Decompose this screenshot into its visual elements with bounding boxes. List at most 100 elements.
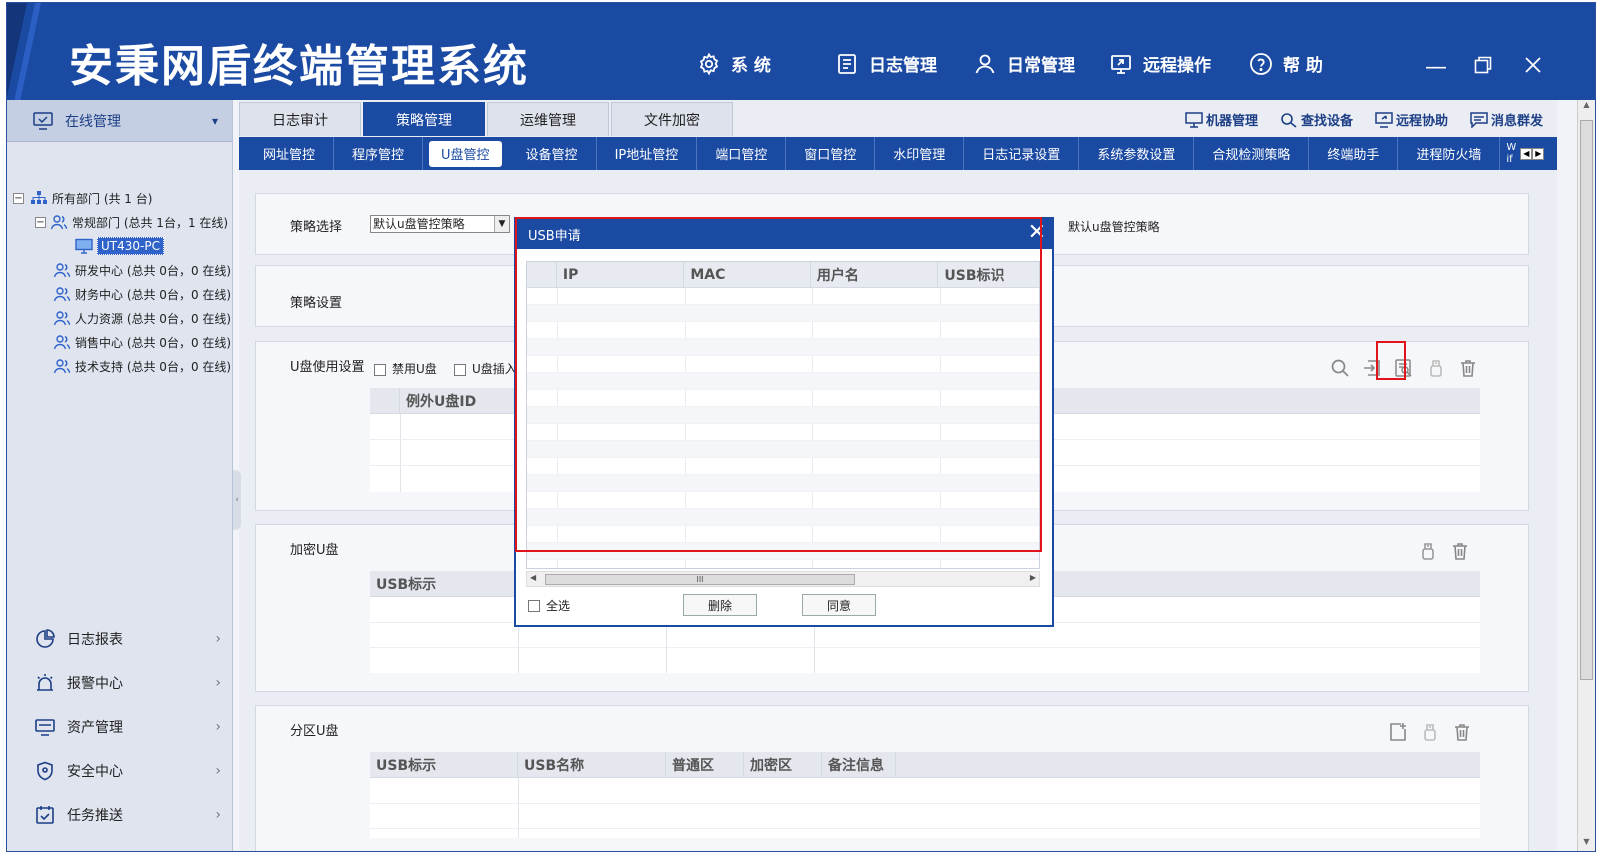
menu-system[interactable]: 系 统 [697, 51, 771, 76]
menu-log-management[interactable]: 日志管理 [835, 51, 937, 76]
tab-policy-management[interactable]: 策略管理 [363, 102, 485, 136]
scrollbar-thumb[interactable]: III [545, 574, 855, 585]
collapse-icon[interactable]: − [13, 192, 24, 204]
menu-remote-operation[interactable]: 远程操作 [1109, 51, 1211, 76]
usb-icon[interactable] [1420, 722, 1440, 742]
sidebar-item-assets[interactable]: 资产管理 › [7, 708, 233, 746]
tree-dept-item[interactable]: 人力资源 (总共 0台，0 在线) [53, 308, 231, 328]
minimize-icon[interactable]: — [1425, 57, 1447, 79]
col-encrypted-area: 加密区 [744, 752, 822, 777]
usb-icon[interactable] [1418, 541, 1438, 561]
tab-watermark[interactable]: 水印管理 [875, 137, 965, 170]
tab-file-encryption[interactable]: 文件加密 [611, 102, 733, 136]
current-policy-label: 默认u盘管控策略 [1068, 220, 1160, 234]
agree-button[interactable]: 同意 [802, 594, 876, 616]
usb-request-icon[interactable] [1394, 358, 1414, 378]
chevron-right-icon: › [215, 763, 221, 779]
tab-terminal-assistant[interactable]: 终端助手 [1309, 137, 1399, 170]
close-icon[interactable] [1523, 55, 1543, 80]
tab-scroll-left[interactable]: ◀ [1520, 147, 1533, 160]
delete-icon[interactable] [1458, 358, 1478, 378]
usb-insert-checkbox[interactable] [454, 363, 466, 376]
tab-process-firewall[interactable]: 进程防火墙 [1398, 137, 1501, 170]
tab-device-control[interactable]: 设备管控 [508, 137, 597, 170]
grid-row [527, 492, 1039, 509]
sidebar-item-log-report[interactable]: 日志报表 › [7, 620, 233, 658]
tree-pc-item[interactable]: UT430-PC [75, 236, 164, 256]
sidebar-header-label: 在线管理 [65, 113, 121, 130]
delete-button[interactable]: 删除 [683, 594, 757, 616]
tab-ops-management[interactable]: 运维管理 [487, 102, 609, 136]
col-usb-name: USB名称 [518, 752, 666, 777]
usb-icon[interactable] [1426, 358, 1446, 378]
vertical-scrollbar[interactable]: ▲ ▼ [1577, 100, 1595, 851]
tab-ip-control[interactable]: IP地址管控 [597, 137, 698, 170]
find-device-button[interactable]: 查找设备 [1280, 110, 1353, 129]
restore-icon[interactable] [1473, 55, 1493, 80]
tab-overflow: W if [1506, 141, 1517, 165]
partition-usb-panel: 分区U盘 USB标示 USB名称 普通区 加密区 备注信息 [255, 705, 1529, 851]
col-mac: MAC [684, 262, 811, 287]
find-device-label: 查找设备 [1300, 114, 1353, 129]
tab-compliance[interactable]: 合规检测策略 [1194, 137, 1310, 170]
tab-window-control[interactable]: 窗口管控 [786, 137, 876, 170]
tree-dept-item[interactable]: 研发中心 (总共 0台，0 在线) [53, 260, 231, 280]
remote-assist-label: 远程协助 [1395, 114, 1448, 129]
tab-port-control[interactable]: 端口管控 [697, 137, 787, 170]
chevron-down-icon[interactable]: ▾ [212, 114, 218, 128]
tree-dept-item[interactable]: 技术支持 (总共 0台，0 在线) [53, 356, 231, 376]
disable-usb-checkbox[interactable] [374, 363, 386, 376]
tree-dept-item[interactable]: 销售中心 (总共 0台，0 在线) [53, 332, 231, 352]
dialog-title: USB申请 [528, 228, 581, 244]
usb-id-header: USB标示 [370, 571, 518, 596]
select-all-checkbox[interactable] [528, 599, 540, 612]
tree-dept-label: 财务中心 (总共 0台，0 在线) [75, 287, 232, 302]
import-icon[interactable] [1362, 358, 1382, 378]
sidebar-item-task-push[interactable]: 任务推送 › [7, 796, 233, 834]
tab-log-settings[interactable]: 日志记录设置 [964, 137, 1080, 170]
users-icon [53, 263, 71, 278]
menu-daily-management[interactable]: 日常管理 [973, 51, 1075, 76]
collapse-icon[interactable]: − [35, 216, 46, 228]
scroll-left-icon[interactable]: ◀ [530, 573, 536, 582]
message-icon [1470, 111, 1488, 128]
search-icon[interactable] [1330, 358, 1350, 378]
grid-header-cell [896, 752, 1480, 777]
tree-group-regular[interactable]: − 常规部门 (总共 1台，1 在线) [35, 212, 228, 232]
broadcast-message-button[interactable]: 消息群发 [1470, 110, 1543, 129]
tab-log-audit[interactable]: 日志审计 [239, 102, 361, 136]
delete-icon[interactable] [1452, 722, 1472, 742]
machine-management-label: 机器管理 [1205, 114, 1258, 129]
horizontal-scrollbar[interactable]: ◀ III ▶ [526, 571, 1040, 587]
delete-icon[interactable] [1450, 541, 1470, 561]
computer-icon [75, 238, 93, 254]
select-all-option[interactable]: 全选 [528, 597, 570, 614]
sidebar-header[interactable]: 在线管理 ▾ [7, 100, 232, 142]
policy-select[interactable]: 默认u盘管控策略 ▼ [370, 215, 510, 233]
tab-system-params[interactable]: 系统参数设置 [1079, 137, 1195, 170]
tree-root[interactable]: − 所有部门 (共 1 台) [13, 188, 152, 208]
app-title: 安秉网盾终端管理系统 [69, 41, 529, 92]
remote-assist-button[interactable]: 远程协助 [1375, 110, 1448, 129]
machine-management-button[interactable]: 机器管理 [1185, 110, 1258, 129]
monitor-icon [35, 719, 55, 736]
disable-usb-option[interactable]: 禁用U盘 [374, 360, 437, 377]
col-ip: IP [557, 262, 685, 287]
scroll-up-icon[interactable]: ▲ [1578, 100, 1595, 116]
add-icon[interactable] [1388, 722, 1408, 742]
scroll-right-icon[interactable]: ▶ [1030, 573, 1036, 582]
sidebar-item-security[interactable]: 安全中心 › [7, 752, 233, 790]
tree-dept-item[interactable]: 财务中心 (总共 0台，0 在线) [53, 284, 231, 304]
users-icon [53, 311, 71, 326]
scroll-down-icon[interactable]: ▼ [1578, 837, 1595, 851]
sidebar-item-alarm[interactable]: 报警中心 › [7, 664, 233, 702]
tab-usb-control[interactable]: U盘管控 [429, 140, 502, 167]
menu-help[interactable]: 帮 助 [1249, 51, 1323, 76]
tab-url-control[interactable]: 网址管控 [245, 137, 335, 170]
close-icon[interactable]: ✕ [1028, 221, 1046, 245]
tree-dept-label: 销售中心 (总共 0台，0 在线) [75, 335, 232, 350]
tab-scroll-right[interactable]: ▶ [1532, 147, 1545, 160]
scrollbar-thumb[interactable] [1580, 120, 1593, 680]
sidebar-collapse-handle[interactable]: ‹ [233, 470, 241, 530]
tab-program-control[interactable]: 程序管控 [334, 137, 424, 170]
